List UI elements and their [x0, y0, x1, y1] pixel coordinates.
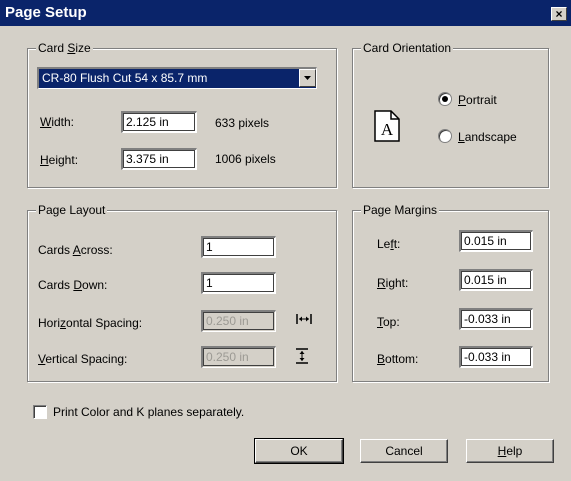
horizontal-spacing-icon	[296, 314, 312, 324]
card-size-dropdown-button[interactable]	[299, 69, 316, 87]
page-margins-legend: Page Margins	[361, 203, 440, 217]
help-button[interactable]: Help	[466, 439, 554, 463]
page-setup-dialog: Page Setup × Card Size CR-80 Flush Cut 5…	[0, 0, 571, 481]
width-field[interactable]: 2.125 in	[121, 111, 197, 133]
chevron-down-icon	[304, 76, 311, 80]
cards-down-label: Cards Down:	[38, 278, 108, 292]
print-separately-label[interactable]: Print Color and K planes separately.	[53, 405, 244, 419]
card-orientation-legend: Card Orientation	[361, 41, 454, 55]
page-layout-legend: Page Layout	[36, 203, 108, 217]
svg-text:A: A	[381, 120, 394, 139]
left-margin-field[interactable]: 0.015 in	[459, 230, 533, 252]
bottom-margin-field[interactable]: -0.033 in	[459, 346, 533, 368]
width-pixels: 633 pixels	[215, 116, 270, 130]
landscape-radio[interactable]	[438, 129, 452, 143]
close-button[interactable]: ×	[551, 7, 567, 21]
left-margin-label: Left:	[377, 237, 401, 251]
bottom-margin-label: Bottom:	[377, 352, 419, 366]
portrait-label[interactable]: Portrait	[458, 93, 497, 107]
cancel-button[interactable]: Cancel	[360, 439, 448, 463]
right-margin-label: Right:	[377, 276, 409, 290]
card-size-selected-value: CR-80 Flush Cut 54 x 85.7 mm	[42, 71, 208, 85]
title-bar[interactable]: Page Setup ×	[0, 0, 571, 26]
width-label: Width:	[40, 115, 75, 129]
horizontal-spacing-field: 0.250 in	[201, 310, 276, 332]
height-pixels: 1006 pixels	[215, 152, 276, 166]
height-field[interactable]: 3.375 in	[121, 148, 197, 170]
right-margin-field[interactable]: 0.015 in	[459, 269, 533, 291]
horizontal-spacing-label: Horizontal Spacing:	[38, 316, 143, 330]
cards-down-field[interactable]: 1	[201, 272, 276, 294]
vertical-spacing-field: 0.250 in	[201, 346, 276, 368]
window-title: Page Setup	[5, 4, 87, 21]
cards-across-label: Cards Across:	[38, 243, 113, 257]
portrait-radio[interactable]	[438, 92, 452, 106]
top-margin-field[interactable]: -0.033 in	[459, 308, 533, 330]
vertical-spacing-icon	[296, 348, 308, 364]
radio-selected-dot	[442, 96, 448, 102]
cards-across-field[interactable]: 1	[201, 236, 276, 258]
height-label: Height:	[40, 153, 79, 167]
vertical-spacing-label: Vertical Spacing:	[38, 352, 128, 366]
top-margin-label: Top:	[377, 315, 400, 329]
document-orientation-icon: A	[374, 110, 400, 142]
landscape-label[interactable]: Landscape	[458, 130, 517, 144]
close-icon: ×	[555, 7, 563, 21]
card-size-select[interactable]: CR-80 Flush Cut 54 x 85.7 mm	[37, 67, 317, 89]
print-separately-checkbox[interactable]	[33, 405, 47, 419]
ok-button[interactable]: OK	[254, 438, 344, 464]
card-size-legend: Card Size	[36, 41, 93, 55]
